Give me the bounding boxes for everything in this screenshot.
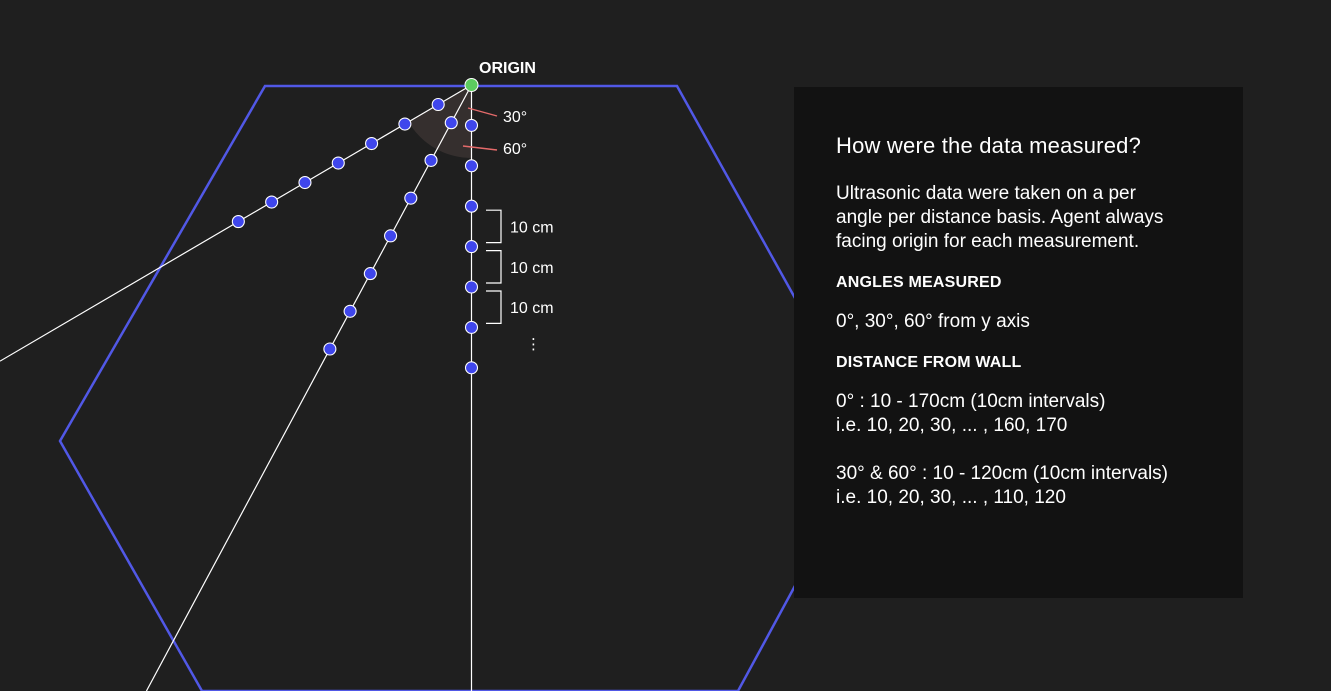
measurement-point bbox=[384, 229, 398, 243]
measurement-point bbox=[464, 118, 479, 132]
measurement-point bbox=[464, 199, 479, 213]
angle-marker-line bbox=[467, 107, 498, 117]
panel-title: How were the data measured? bbox=[836, 133, 1142, 158]
origin-point bbox=[464, 78, 479, 92]
interval-bracket bbox=[486, 209, 502, 244]
measurement-point bbox=[298, 175, 312, 190]
interval-bracket bbox=[486, 290, 502, 324]
measurement-point bbox=[365, 136, 379, 151]
interval-label: 10 cm bbox=[510, 219, 554, 236]
distance-30-60-example: i.e. 10, 20, 30, ... , 110, 120 bbox=[836, 487, 1066, 508]
angle-label: 30° bbox=[503, 109, 527, 126]
distance-0-range: 0° : 10 - 170cm (10cm intervals) bbox=[836, 391, 1106, 412]
distance-30-60-range: 30° & 60° : 10 - 120cm (10cm intervals) bbox=[836, 463, 1168, 484]
measurement-point bbox=[323, 342, 337, 356]
measurement-point bbox=[424, 153, 438, 167]
measurement-point bbox=[464, 240, 479, 254]
angle-wedge bbox=[408, 85, 472, 158]
angle-label: 60° bbox=[503, 141, 527, 158]
measurement-point bbox=[464, 159, 479, 173]
measurement-point bbox=[265, 195, 279, 209]
interval-label: 10 cm bbox=[510, 260, 554, 277]
distance-30-60-block: 30° & 60° : 10 - 120cm (10cm intervals) … bbox=[836, 462, 1203, 510]
measurement-point bbox=[331, 156, 345, 170]
measurement-point bbox=[444, 116, 458, 130]
panel-intro: Ultrasonic data were taken on a per angl… bbox=[836, 182, 1203, 254]
interval-brackets bbox=[486, 209, 502, 324]
measurement-point bbox=[431, 97, 445, 112]
ray-steep bbox=[145, 84, 473, 691]
intro-line: angle per distance basis. Agent always bbox=[836, 207, 1164, 228]
diagram-labels: 30° 60° 10 cm 10 cm 10 cm ⋮ bbox=[503, 109, 554, 353]
distance-0-example: i.e. 10, 20, 30, ... , 160, 170 bbox=[836, 415, 1068, 436]
arena-hexagon bbox=[58, 84, 876, 691]
measurement-point bbox=[464, 280, 479, 294]
ellipsis-label: ⋮ bbox=[526, 336, 541, 353]
measurement-point bbox=[398, 117, 412, 131]
angles-heading: ANGLES MEASURED bbox=[836, 274, 1002, 291]
measurement-rays bbox=[0, 84, 473, 691]
measurement-point bbox=[363, 267, 377, 281]
distance-heading: DISTANCE FROM WALL bbox=[836, 354, 1022, 371]
distance-0-block: 0° : 10 - 170cm (10cm intervals) i.e. 10… bbox=[836, 390, 1203, 438]
measurement-point bbox=[231, 215, 245, 229]
intro-line: Ultrasonic data were taken on a per bbox=[836, 183, 1136, 204]
angles-value: 0°, 30°, 60° from y axis bbox=[836, 311, 1030, 332]
interval-label: 10 cm bbox=[510, 300, 554, 317]
measurement-point bbox=[343, 304, 357, 318]
measurement-point bbox=[464, 361, 479, 375]
measurement-point bbox=[404, 191, 418, 205]
interval-bracket bbox=[486, 250, 502, 284]
intro-line: facing origin for each measurement. bbox=[836, 231, 1140, 252]
origin-label: ORIGIN bbox=[479, 60, 536, 77]
measurement-point bbox=[464, 320, 479, 334]
info-panel: How were the data measured? Ultrasonic d… bbox=[794, 87, 1243, 598]
